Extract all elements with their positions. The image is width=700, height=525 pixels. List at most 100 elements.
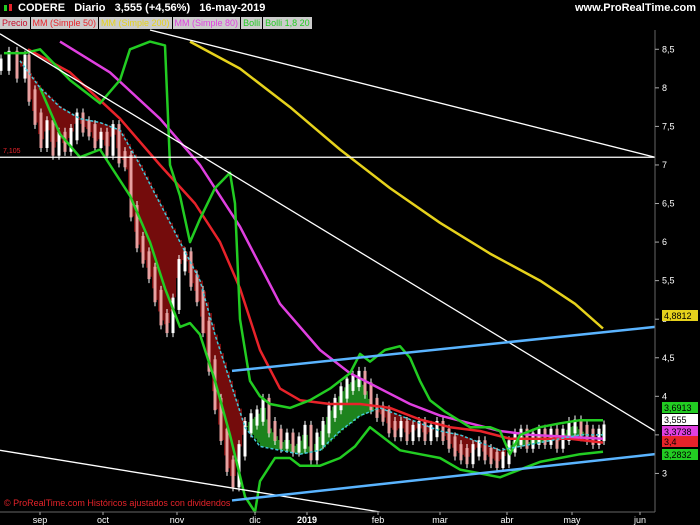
price-tag-label: 3,555	[664, 415, 687, 425]
y-tick-label: 7	[662, 160, 667, 170]
x-tick-label: abr	[500, 515, 513, 525]
legend-item: MM (Simple 200)	[99, 17, 172, 29]
candle-body	[261, 397, 265, 422]
price-tag-label: 3,6913	[664, 403, 692, 413]
x-tick-label: sep	[33, 515, 48, 525]
candle-body	[495, 451, 499, 469]
candle-body	[447, 428, 451, 449]
candle-body	[411, 424, 415, 442]
price-tag-label: 3,3738	[664, 427, 692, 437]
x-tick-label: may	[563, 515, 581, 525]
y-tick-label: 5,5	[662, 276, 675, 286]
x-tick-label: 2019	[297, 515, 317, 525]
x-tick-label: dic	[249, 515, 261, 525]
candle-body	[465, 447, 469, 465]
candle-body	[15, 50, 19, 79]
candle-body	[243, 420, 247, 457]
candle-body	[81, 112, 85, 133]
candle-body	[159, 289, 163, 326]
candle-body	[93, 124, 97, 148]
candle-body	[255, 409, 259, 426]
candle-body	[501, 451, 505, 469]
candle-body	[291, 432, 295, 453]
candle-body	[351, 374, 355, 391]
price-tag-label: 4,8812	[664, 311, 692, 321]
candle-body	[321, 420, 325, 445]
candle-body	[327, 405, 331, 434]
candle-body	[231, 459, 235, 488]
y-tick-label: 6	[662, 237, 667, 247]
candle-body	[165, 313, 169, 334]
indicator-legend: Precio MM (Simple 50) MM (Simple 200) MM (S…	[0, 17, 313, 29]
trendline	[0, 33, 656, 432]
series-line	[4, 40, 603, 456]
y-tick-label: 8	[662, 83, 667, 93]
candle-body	[195, 274, 199, 303]
legend-item: MM (Simple 50)	[30, 17, 99, 29]
candle-body	[297, 436, 301, 453]
price-tags: 4,8812 3,6913 3,555 3,37383,4 3,2832	[662, 310, 698, 460]
candle-body	[141, 235, 145, 264]
candle-body	[249, 413, 253, 434]
candle-body	[147, 251, 151, 280]
candle-body	[303, 424, 307, 449]
x-tick-label: jun	[633, 515, 646, 525]
candle-body	[273, 420, 277, 442]
level-label: 7,105	[3, 148, 21, 155]
candle-body	[405, 420, 409, 442]
candle-body	[153, 266, 157, 303]
candle-body	[45, 120, 49, 148]
candle-body	[111, 124, 115, 156]
series-line	[189, 40, 604, 330]
price-tag-label: 3,2832	[664, 450, 692, 460]
candle-body	[39, 112, 43, 148]
candle-body	[189, 251, 193, 287]
x-tick-label: mar	[432, 515, 448, 525]
candle-body	[99, 131, 103, 148]
candle-body	[453, 436, 457, 457]
y-tick-label: 8,5	[662, 44, 675, 54]
candle-body	[345, 378, 349, 399]
band-segment	[164, 211, 167, 325]
candle-body	[33, 89, 37, 125]
candle-body	[309, 424, 313, 461]
period: Diario	[74, 2, 106, 14]
candle-body	[51, 120, 55, 156]
candle-body	[471, 444, 475, 465]
chart-header: CODERE Diario 3,555 (+4,56%) 16-may-2019…	[0, 0, 700, 17]
candle-body	[123, 151, 127, 168]
price-change: 3,555 (+4,56%)	[114, 2, 191, 14]
price-chart: 7,105 8,587,576,565,554,543,53 sepoctnov…	[0, 29, 698, 525]
trendline	[231, 325, 656, 373]
y-tick-label: 4	[662, 391, 667, 401]
candlestick-icon	[4, 4, 12, 11]
chart-title: CODERE Diario 3,555 (+4,56%) 16-may-2019	[18, 2, 265, 14]
candle-body	[27, 54, 31, 102]
series-line	[27, 48, 604, 444]
price-tag-label: 3,4	[664, 437, 677, 447]
footer-copyright: © ProRealTime.com Históricos ajustados c…	[4, 498, 231, 508]
candle-body	[315, 432, 319, 461]
series-line	[19, 60, 603, 455]
x-tick-label: oct	[97, 515, 110, 525]
candle-body	[459, 444, 463, 461]
date: 16-may-2019	[199, 2, 266, 14]
candle-body	[177, 259, 181, 310]
candle-body	[129, 154, 133, 218]
candle-body	[393, 420, 397, 438]
x-axis: sep oct nov dic 2019 feb mar abr may jun	[0, 511, 655, 525]
candle-body	[279, 428, 283, 449]
candle-body	[285, 432, 289, 449]
y-tick-label: 7,5	[662, 121, 675, 131]
candle-body	[333, 397, 337, 418]
ticker-symbol: CODERE	[18, 2, 66, 14]
band-segment	[167, 217, 170, 324]
x-tick-label: nov	[170, 515, 185, 525]
x-tick-label: feb	[372, 515, 385, 525]
legend-item: Bolli	[241, 17, 263, 29]
candle-body	[375, 397, 379, 418]
candle-body	[105, 131, 109, 156]
watermark: www.ProRealTime.com	[574, 2, 696, 14]
price-candles	[0, 46, 606, 492]
y-tick-label: 4,5	[662, 353, 675, 363]
